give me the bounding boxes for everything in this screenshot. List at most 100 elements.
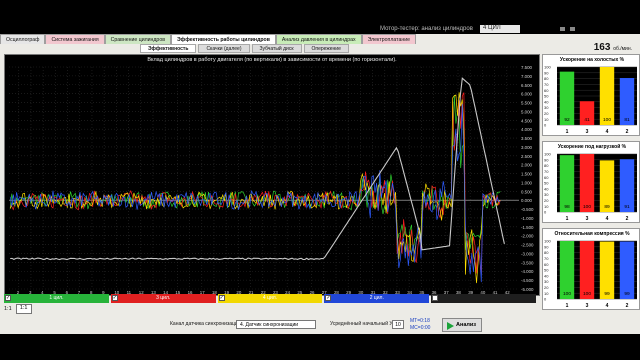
subtab-3[interactable]: Опережение <box>303 44 349 53</box>
legend-item-1[interactable]: ✓ 3 цил. <box>110 294 216 303</box>
mini-y-tick: 40 <box>544 186 549 191</box>
scale-row: 1:1 1:1 <box>4 303 32 314</box>
mini-y-tick: 50 <box>544 268 549 273</box>
legend-label: 3 цил. <box>156 295 171 301</box>
mini-y-tick: 80 <box>544 163 549 168</box>
uoz-input[interactable]: 10 <box>392 320 404 329</box>
y-tick-label: 1.000 <box>521 180 533 185</box>
mini-y-tick: 10 <box>544 204 549 209</box>
sync-channel-label: Канал датчика синхронизации <box>170 321 241 327</box>
y-tick-label: -2.500 <box>521 243 534 248</box>
mini-y-tick: 30 <box>544 279 549 284</box>
y-tick-label: -2.000 <box>521 234 534 239</box>
subtab-0[interactable]: Эффективность <box>140 44 197 53</box>
tab-2[interactable]: Сравнение цилиндров <box>104 34 171 44</box>
mini-y-tick: 0 <box>544 123 547 128</box>
mini-category-label: 1 <box>566 129 569 135</box>
mini-y-tick: 90 <box>544 157 549 162</box>
mini-y-tick: 0 <box>544 297 547 302</box>
mini-bar-value: 92 <box>564 117 570 123</box>
subtab-1[interactable]: Скачки (далее) <box>198 44 250 53</box>
mini-category-label: 1 <box>566 216 569 222</box>
top-letterbox: Мотор-тестер: анализ цилиндров 4 ЦИЛ <box>0 0 640 34</box>
mini-y-tick: 20 <box>544 198 549 203</box>
play-icon <box>447 322 454 330</box>
mini-y-tick: 40 <box>544 273 549 278</box>
y-tick-label: 7.500 <box>521 65 533 70</box>
tab-1[interactable]: Система зажигания <box>45 34 105 44</box>
mini-bar-value: 41 <box>584 117 590 123</box>
mini-category-label: 3 <box>586 303 589 309</box>
mini-category-label: 4 <box>606 216 609 222</box>
rpm-unit: об./мин. <box>613 46 632 52</box>
rpm-trace <box>10 77 505 261</box>
y-tick-label: -1.000 <box>521 216 534 221</box>
subtab-2[interactable]: Зубчатый диск <box>251 44 302 53</box>
mini-y-tick: 70 <box>544 82 549 87</box>
mini-y-tick: 100 <box>544 152 551 157</box>
mini-y-tick: 60 <box>544 175 549 180</box>
mini-bar <box>619 241 635 299</box>
mini-y-tick: 70 <box>544 169 549 174</box>
y-tick-label: 5.000 <box>521 109 533 114</box>
mini-y-tick: 60 <box>544 262 549 267</box>
mini-bar-value: 100 <box>583 291 591 297</box>
minimize-icon[interactable] <box>560 27 565 31</box>
legend-item-4[interactable] <box>431 294 536 303</box>
legend-label: 2 цил. <box>369 295 384 301</box>
rpm-value: 163 <box>593 42 611 53</box>
main-tabs: Осциллограф Система зажигания Сравнение ци… <box>0 34 540 44</box>
title-value-field[interactable]: 4 ЦИЛ <box>480 25 520 33</box>
mini-category-label: 4 <box>606 129 609 135</box>
mini-y-tick: 10 <box>544 291 549 296</box>
mini-category-label: 3 <box>586 129 589 135</box>
scale-field[interactable]: 1:1 <box>15 303 32 314</box>
sync-channel-select[interactable]: 4. Датчик синхронизации <box>236 320 316 329</box>
app-window: Мотор-тестер: анализ цилиндров 4 ЦИЛ Осц… <box>0 0 640 360</box>
mini-chart-svg: 10090807060504030201009811003894912 <box>544 152 637 222</box>
mini-y-tick: 40 <box>544 99 549 104</box>
legend-item-2[interactable]: ✓ 4 цил. <box>217 294 323 303</box>
tab-0[interactable]: Осциллограф <box>0 34 46 44</box>
mini-bar-value: 99 <box>624 291 630 297</box>
mini-y-tick: 90 <box>544 70 549 75</box>
mini-category-label: 2 <box>626 216 629 222</box>
analyze-button[interactable]: Анализ <box>442 318 482 332</box>
mini-bar <box>559 155 575 212</box>
tab-3[interactable]: Эффективность работы цилиндров <box>170 34 276 44</box>
mini-y-tick: 10 <box>544 117 549 122</box>
main-chart[interactable]: -5.000 -4.500 -4.000 -3.500 -3.000 -2.500 -2.0… <box>4 54 540 296</box>
mini-y-tick: 100 <box>544 65 551 70</box>
mini-bar-value: 100 <box>563 291 571 297</box>
y-tick-label: 6.000 <box>521 92 533 97</box>
mini-category-label: 4 <box>606 303 609 309</box>
maximize-icon[interactable] <box>570 27 575 31</box>
mini-y-tick: 100 <box>544 239 551 244</box>
mini-y-tick: 0 <box>544 210 547 215</box>
controls-bar: Канал датчика синхронизации 4. Датчик си… <box>0 316 640 334</box>
mini-category-label: 2 <box>626 303 629 309</box>
main-chart-svg: -5.000 -4.500 -4.000 -3.500 -3.000 -2.500 -2.0… <box>9 65 534 295</box>
tab-4[interactable]: Анализ давления в цилиндрах <box>275 34 362 44</box>
cylinder-trace-2 <box>9 92 501 284</box>
tab-5[interactable]: Электроплатание <box>361 34 416 44</box>
analyze-label: Анализ <box>456 322 476 328</box>
mini-chart-1: Ускорение под нагрузкой % 100 90 80 70 60 50 40… <box>542 141 640 223</box>
y-tick-label: -3.500 <box>521 260 534 265</box>
mini-bar-value: 98 <box>564 204 570 210</box>
mini-category-label: 2 <box>626 129 629 135</box>
legend-item-0[interactable]: ✓ 1 цил. <box>4 294 109 303</box>
mini-bar <box>599 241 615 299</box>
y-tick-label: 2.000 <box>521 163 533 168</box>
window-title: Мотор-тестер: анализ цилиндров <box>380 26 473 32</box>
legend-checkbox[interactable] <box>432 295 439 301</box>
cylinder-trace-0 <box>9 95 501 257</box>
mc-readout: МС=0:00 <box>410 325 431 331</box>
title-strip: Мотор-тестер: анализ цилиндров 4 ЦИЛ <box>380 25 560 34</box>
legend-item-3[interactable]: ✓ 2 цил. <box>324 294 430 303</box>
mt-readout: МТ=0:18 <box>410 318 430 324</box>
y-tick-label: 5.500 <box>521 101 533 106</box>
mini-chart-0: Ускорение на холостых % 100 90 80 70 60 50 40 30… <box>542 54 640 136</box>
legend-label: 4 цил. <box>262 295 278 301</box>
y-tick-label: 1.500 <box>521 172 533 177</box>
